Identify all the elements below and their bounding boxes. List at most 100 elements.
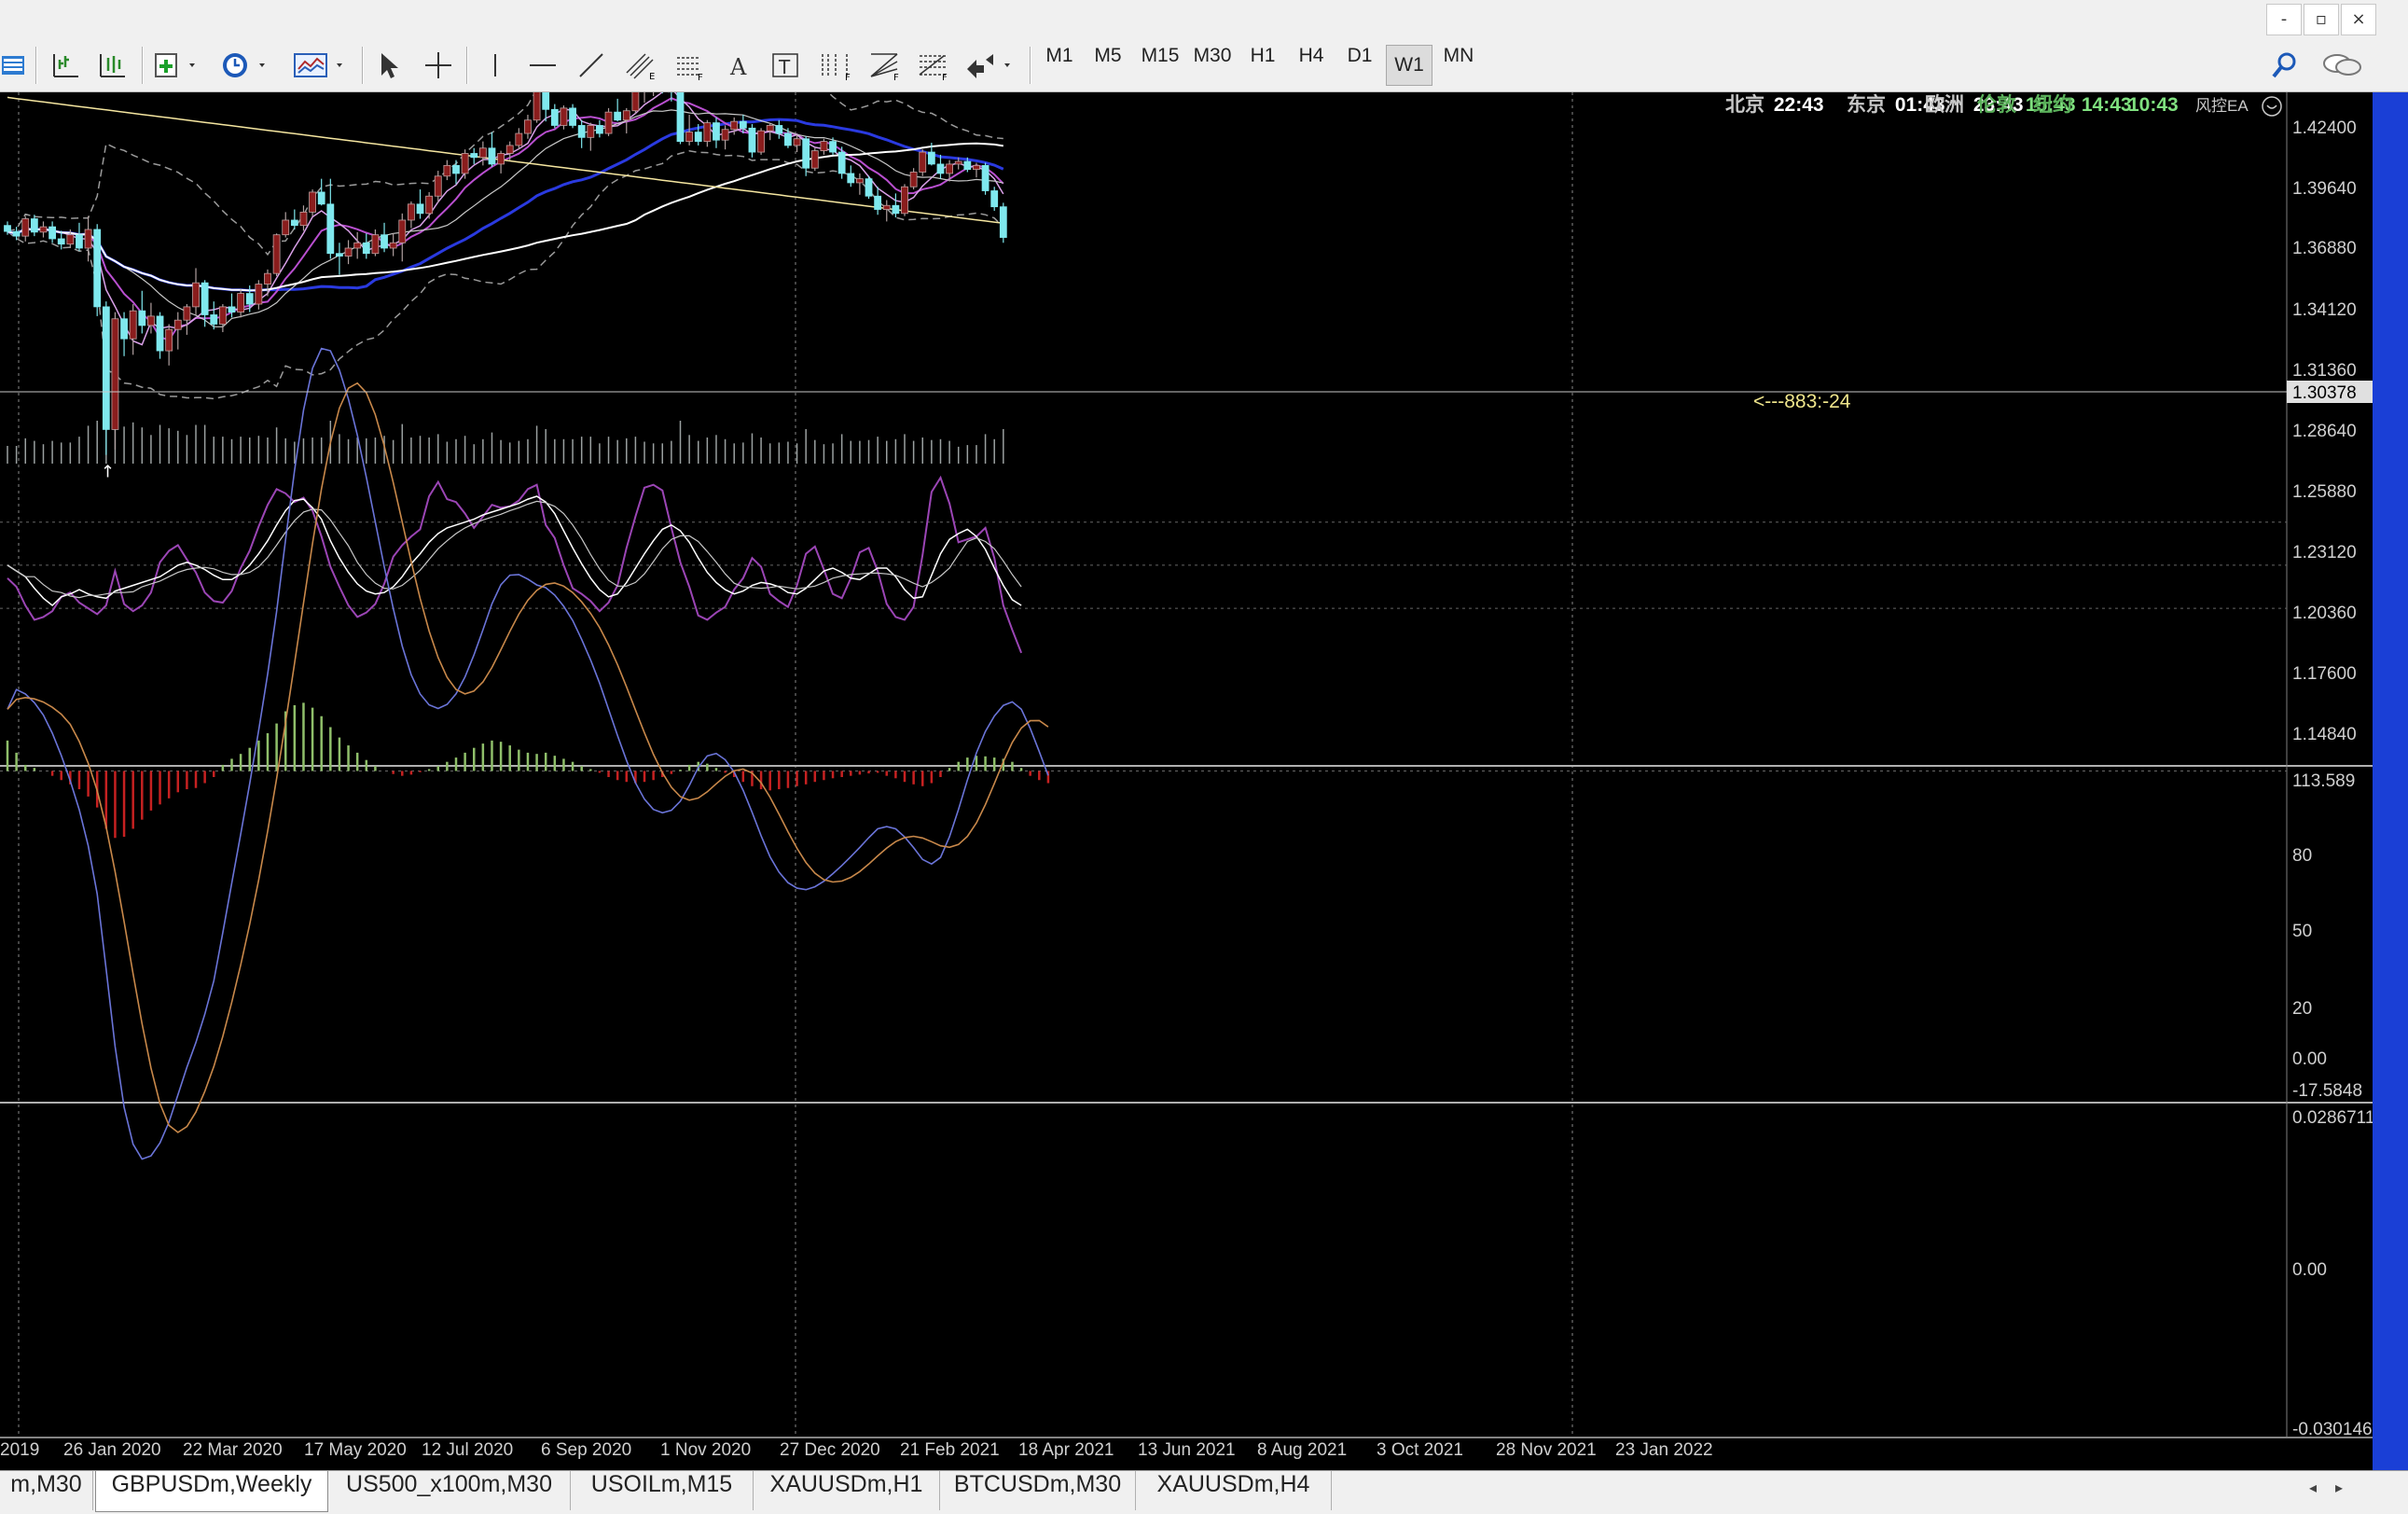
tab-xauusdm-h1[interactable]: XAUUSDm,H1 <box>754 1471 940 1510</box>
svg-text:F: F <box>893 73 899 80</box>
horizontal-line-icon[interactable] <box>524 45 561 86</box>
market-watch-icon[interactable] <box>0 45 28 86</box>
stoch-axis-label: 20 <box>2292 999 2312 1019</box>
restore-button[interactable]: ▫ <box>2304 4 2339 35</box>
timeframe-h4-button[interactable]: H4 <box>1287 45 1335 86</box>
crosshair-icon[interactable] <box>420 45 457 86</box>
stoch-axis-label: 113.589 <box>2292 771 2355 791</box>
date-axis-label: 23 Jan 2022 <box>1615 1440 1713 1460</box>
candle <box>201 282 209 315</box>
svg-text:A: A <box>729 54 747 80</box>
timeframe-m1-button[interactable]: M1 <box>1037 45 1082 86</box>
candle <box>810 150 819 169</box>
candle <box>865 178 873 197</box>
candle <box>282 219 290 236</box>
date-axis-label: 13 Jun 2021 <box>1138 1440 1236 1460</box>
candle <box>48 226 56 240</box>
svg-text:F: F <box>845 73 851 80</box>
vertical-scrollbar[interactable] <box>2373 92 2408 1470</box>
date-axis-label: 2019 <box>0 1440 39 1460</box>
candle <box>730 120 739 131</box>
candle <box>12 230 21 237</box>
new-chart-icon[interactable] <box>149 45 201 86</box>
timeframe-m15-button[interactable]: M15 <box>1134 45 1186 86</box>
candle <box>604 111 613 134</box>
candle <box>147 315 155 326</box>
arrows-menu-icon[interactable] <box>961 45 1017 86</box>
candle <box>470 153 478 159</box>
candle <box>703 122 712 143</box>
timeframe-m30-button[interactable]: M30 <box>1186 45 1239 86</box>
candle <box>66 234 75 245</box>
date-axis-label: 3 Oct 2021 <box>1377 1440 1463 1460</box>
candle <box>192 282 200 308</box>
world-clock-newyork: 纽约 14:43 <box>2033 93 2132 116</box>
timeframe-mn-button[interactable]: MN <box>1434 45 1483 86</box>
timeframe-h1-button[interactable]: H1 <box>1239 45 1287 86</box>
candle <box>407 203 415 221</box>
macd-pane <box>0 347 2287 1160</box>
tab-gbpusdm-weekly[interactable]: GBPUSDm,Weekly <box>95 1471 328 1512</box>
candle <box>317 191 325 205</box>
candle <box>847 173 855 184</box>
search-icon[interactable] <box>2264 45 2305 86</box>
candle <box>245 293 254 305</box>
fibo-time-zones-icon[interactable]: F <box>815 45 856 86</box>
candle <box>371 234 380 255</box>
tab-mmm30[interactable]: m,M30 <box>0 1471 93 1510</box>
timeframe-m5-button[interactable]: M5 <box>1086 45 1130 86</box>
candle <box>389 242 397 249</box>
trendline-icon[interactable] <box>573 45 610 86</box>
cursor-arrow-icon[interactable] <box>369 45 407 86</box>
candle <box>443 164 451 177</box>
tabs-scroll-left-icon[interactable]: ◂ <box>2309 1479 2328 1501</box>
tab-btcusdm-m30[interactable]: BTCUSDm,M30 <box>940 1471 1136 1510</box>
candle <box>111 318 119 430</box>
macd-axis-label: 0.00 <box>2292 1260 2327 1280</box>
tab-usoilm-m15[interactable]: USOILm,M15 <box>571 1471 754 1510</box>
candle <box>560 107 568 126</box>
fibo-fan-icon[interactable]: F <box>864 45 905 86</box>
candle <box>156 315 164 352</box>
candle <box>461 153 469 174</box>
std-deviation-channel-icon[interactable]: F <box>670 45 711 86</box>
candle <box>120 318 128 340</box>
chart-shift-icon[interactable] <box>47 45 84 86</box>
tab-xauusdm-h4[interactable]: XAUUSDm,H4 <box>1136 1471 1332 1510</box>
periods-clock-icon[interactable] <box>216 45 272 86</box>
timeframe-d1-button[interactable]: D1 <box>1335 45 1384 86</box>
candle <box>856 178 864 184</box>
chat-icon[interactable] <box>2317 45 2367 86</box>
candle <box>685 132 694 143</box>
tab-us500-m30[interactable]: US500_x100m,M30 <box>328 1471 571 1510</box>
templates-icon[interactable] <box>289 45 351 86</box>
timeframe-w1-button[interactable]: W1 <box>1386 45 1432 86</box>
candle <box>946 163 953 174</box>
candle <box>425 195 434 215</box>
candle <box>829 141 837 153</box>
text-label-icon[interactable]: T <box>767 45 804 86</box>
price-axis-label: 1.39640 <box>2292 179 2357 199</box>
close-button[interactable]: × <box>2341 4 2376 35</box>
fibo-retracement-icon[interactable]: F <box>912 45 953 86</box>
candle <box>398 219 407 243</box>
date-axis-label: 8 Aug 2021 <box>1257 1440 1347 1460</box>
text-icon[interactable]: A <box>720 45 757 86</box>
vertical-line-icon[interactable] <box>479 45 511 86</box>
chart-window[interactable]: ↑↓ 北京 22:43 东京 01:43 欧洲 23:43 伦敦 15:43 纽… <box>0 92 2373 1470</box>
candle <box>515 132 523 146</box>
candle <box>882 204 891 210</box>
ea-smile-icon <box>2262 96 2282 117</box>
candle <box>381 234 388 249</box>
equidistant-channel-icon[interactable]: E <box>621 45 662 86</box>
candle <box>39 226 48 233</box>
tabs-scroll-right-icon[interactable]: ▸ <box>2335 1479 2354 1501</box>
candle <box>255 284 263 305</box>
minimize-button[interactable]: - <box>2266 4 2302 35</box>
candle <box>954 160 962 165</box>
candle <box>614 111 622 121</box>
svg-text:E: E <box>649 72 655 80</box>
candle <box>820 141 828 152</box>
candle <box>739 120 747 129</box>
auto-scroll-icon[interactable] <box>93 45 131 86</box>
